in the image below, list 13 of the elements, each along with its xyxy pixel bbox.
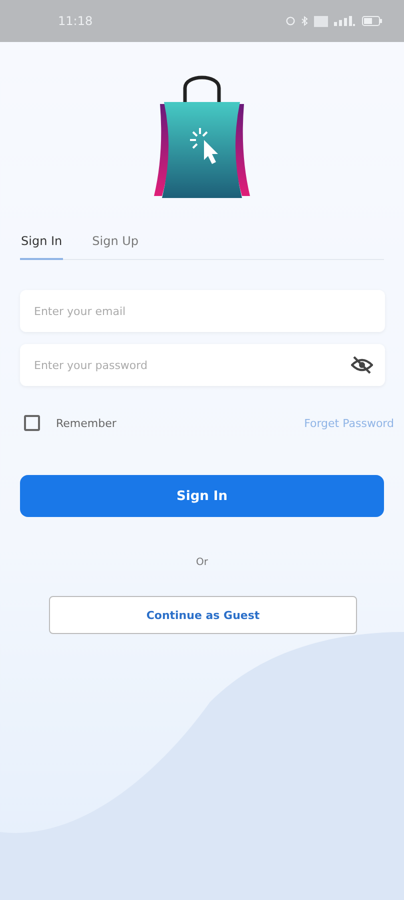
guest-button[interactable]: Continue as Guest xyxy=(49,596,357,634)
password-field[interactable]: Enter your password xyxy=(20,344,385,386)
tab[interactable]: Sign In xyxy=(20,226,64,260)
sign-in-button[interactable]: Sign In xyxy=(20,475,384,517)
remember-checkbox[interactable] xyxy=(24,415,40,431)
battery-icon xyxy=(362,16,382,26)
email-field[interactable]: Enter your email xyxy=(20,290,385,332)
tab[interactable]: Sign Up xyxy=(91,226,140,260)
or-separator: Or xyxy=(195,557,209,568)
hidden-eye-icon[interactable] xyxy=(351,356,373,374)
remember-label: Remember xyxy=(56,416,118,430)
signal-icon xyxy=(334,16,356,26)
bluetooth-icon xyxy=(301,16,308,26)
